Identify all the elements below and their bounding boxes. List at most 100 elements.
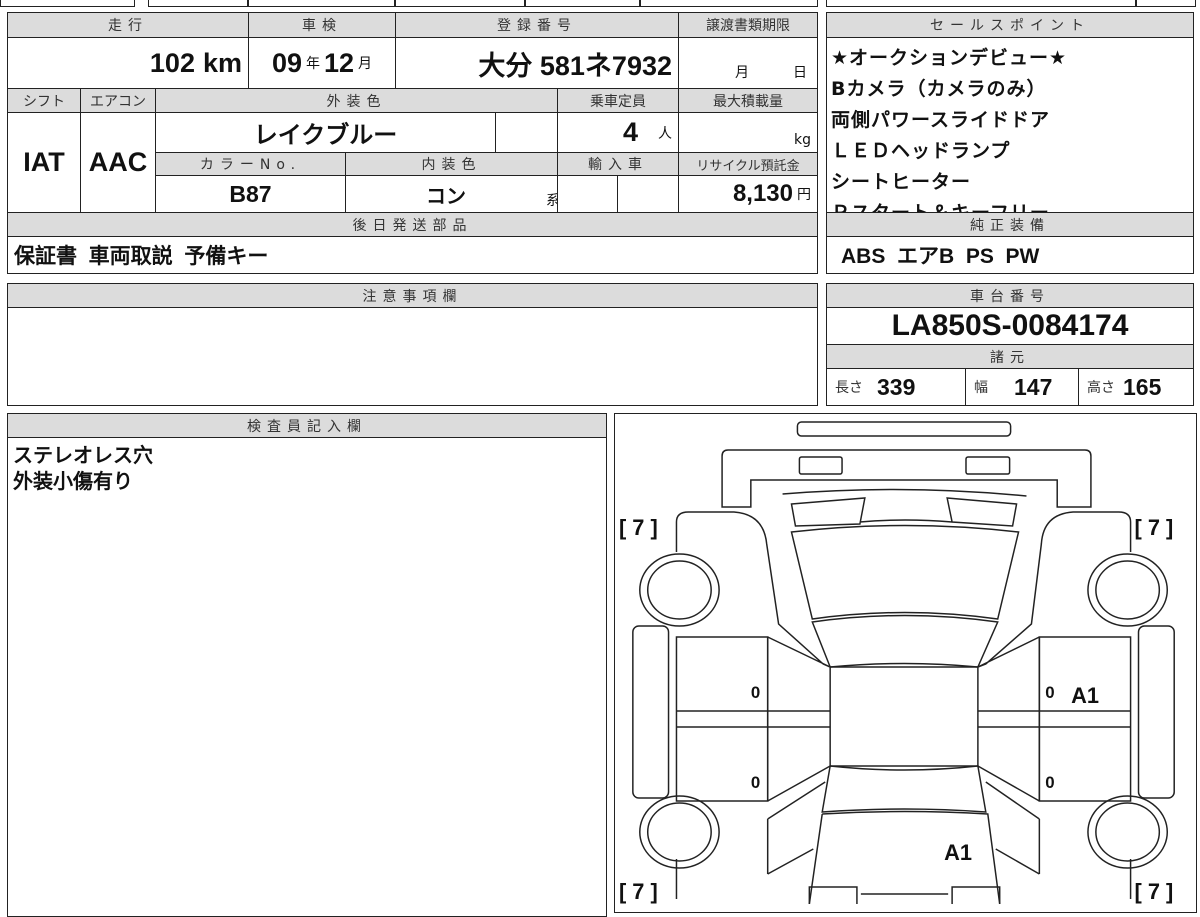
mileage-number: 102 (150, 48, 195, 79)
mark-right-front-door: 0 (1045, 683, 1054, 702)
height-label: 高さ (1087, 377, 1115, 397)
recycle-fee-header: リサイクル預託金 (678, 152, 818, 176)
car-damage-diagram: [ 7 ] [ 7 ] [ 7 ] [ 7 ] 0 0 0 0 A1 A1 (614, 413, 1197, 913)
inspector-header: 検査員記入欄 (7, 413, 607, 438)
grade-front-right: [ 7 ] (1135, 515, 1174, 540)
height-cell: 高さ 165 (1078, 368, 1194, 406)
rear-roof (822, 766, 986, 812)
sale-points-header: セールスポイント (826, 12, 1194, 38)
top-cell (525, 0, 640, 7)
year-unit: 年 (306, 53, 320, 73)
rear-quarter-lines (768, 766, 1040, 874)
length-cell: 長さ 339 (826, 368, 966, 406)
top-cell (0, 0, 135, 7)
mileage-unit: km (203, 48, 242, 79)
equipment-value: ABS エアB PS PW (826, 236, 1194, 274)
sale-point-item: Bカメラ（カメラのみ） (827, 77, 1193, 108)
notes-body (7, 307, 818, 406)
interior-color-text: コン (426, 180, 466, 209)
wheel-rear-left (640, 796, 719, 868)
grade-rear-right: [ 7 ] (1135, 879, 1174, 904)
inspector-notes: ステレオレス穴 外装小傷有り (7, 437, 607, 917)
grade-rear-left: [ 7 ] (619, 879, 658, 904)
inspection-year: 09 (272, 48, 302, 79)
length-label: 長さ (835, 377, 863, 397)
headlight-right (966, 457, 1010, 474)
color-no-value: B87 (155, 175, 346, 213)
front-panel (722, 450, 1091, 507)
sale-point-item: 両側パワースライドドア (827, 108, 1193, 139)
transfer-day: 日 (793, 62, 807, 82)
damage-rear: A1 (944, 840, 972, 865)
mark-left-rear-door: 0 (751, 773, 760, 792)
inspector-note-line: 外装小傷有り (13, 468, 601, 494)
capacity-unit: 人 (658, 123, 672, 143)
width-value: 147 (1014, 374, 1052, 401)
rear-bumper (809, 887, 999, 904)
interior-color-header: 内装色 (345, 152, 558, 176)
capacity-number: 4 (623, 117, 638, 148)
ac-header: エアコン (80, 88, 156, 113)
length-value: 339 (877, 374, 915, 401)
roof (830, 667, 978, 766)
later-parts-header: 後日発送部品 (7, 212, 818, 237)
top-cell (148, 0, 248, 7)
sale-points-list: ★オークションデビュー★ Bカメラ（カメラのみ） 両側パワースライドドア ＬＥＤ… (826, 37, 1194, 213)
registration-value: 大分 581ネ7932 (395, 37, 679, 89)
car-outline-icon: [ 7 ] [ 7 ] [ 7 ] [ 7 ] 0 0 0 0 A1 A1 (615, 414, 1197, 904)
left-front-fender (676, 512, 830, 667)
ac-value: AAC (80, 112, 156, 213)
registration-header: 登録番号 (395, 12, 679, 38)
wheel-rear-right (1088, 796, 1167, 868)
color-no-header: カラーNo. (155, 152, 346, 176)
top-cell (1136, 0, 1196, 7)
rear-fenders (676, 859, 1130, 899)
sale-point-item: ＬＥＤヘッドランプ (827, 139, 1193, 170)
grade-front-left: [ 7 ] (619, 515, 658, 540)
headlight-left (799, 457, 842, 474)
top-cell (826, 0, 1136, 7)
later-parts-value: 保証書 車両取説 予備キー (7, 236, 818, 274)
import-header: 輸入車 (557, 152, 679, 176)
mark-right-rear-door: 0 (1045, 773, 1054, 792)
left-side-skirt (633, 626, 669, 798)
mileage-header: 走行 (7, 12, 249, 38)
recycle-fee-value: 8,130円 (678, 175, 818, 213)
specs-header: 諸元 (826, 344, 1194, 369)
max-load-header: 最大積載量 (678, 88, 818, 113)
shift-header: シフト (7, 88, 81, 113)
top-cell (640, 0, 818, 7)
transfer-deadline-value: 月日 (678, 37, 818, 89)
top-cell (248, 0, 395, 7)
import-cell (617, 175, 679, 213)
mileage-value: 102 km (7, 37, 249, 89)
recycle-fee-unit: 円 (797, 184, 811, 204)
chassis-header: 車台番号 (826, 283, 1194, 308)
inspector-note-line: ステレオレス穴 (13, 442, 601, 468)
interior-color-value: コン系 (345, 175, 558, 213)
capacity-header: 乗車定員 (557, 88, 679, 113)
windshield (791, 526, 1018, 620)
exterior-color-value: レイクブルー (155, 112, 496, 153)
chassis-number: LA850S-0084174 (826, 307, 1194, 345)
sale-point-item: ★オークションデビュー★ (827, 38, 1193, 77)
exterior-color-extra (495, 112, 558, 153)
import-cell (557, 175, 618, 213)
damage-right-front-door: A1 (1071, 683, 1099, 708)
inspection-header: 車検 (248, 12, 396, 38)
front-roof (812, 616, 997, 668)
wheel-front-left (640, 554, 719, 626)
month-unit: 月 (358, 53, 372, 73)
hood-line (783, 489, 1027, 496)
mark-left-front-door: 0 (751, 683, 760, 702)
transfer-deadline-header: 譲渡書類期限 (678, 12, 818, 38)
wheel-front-right (1088, 554, 1167, 626)
right-front-fender (978, 512, 1131, 667)
front-bumper (797, 422, 1010, 436)
height-value: 165 (1123, 374, 1161, 401)
capacity-value: 4人 (557, 112, 679, 153)
inspection-month: 12 (324, 48, 354, 79)
inspection-value: 09年12月 (248, 37, 396, 89)
equipment-header: 純正装備 (826, 212, 1194, 237)
top-cell (395, 0, 525, 7)
